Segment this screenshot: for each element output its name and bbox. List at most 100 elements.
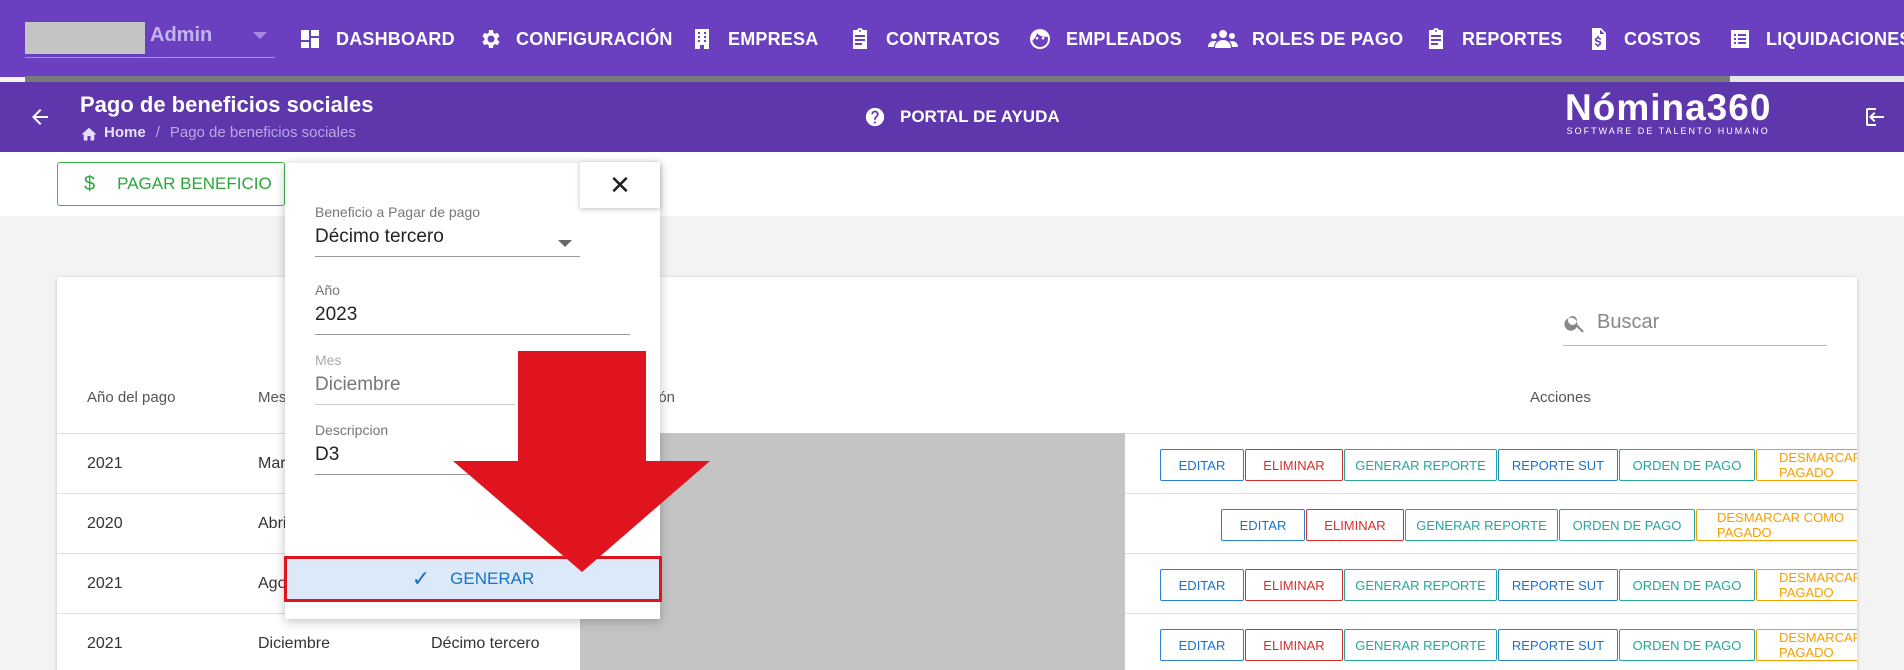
actions-column: EDITAR ELIMINAR GENERAR REPORTE REPORTE …	[1100, 440, 1857, 670]
nav-label: CONFIGURACIÓN	[516, 28, 673, 49]
description-field[interactable]: Descripcion D3	[315, 422, 515, 475]
edit-button[interactable]: EDITAR	[1160, 449, 1244, 481]
nav-label: EMPLEADOS	[1066, 28, 1182, 49]
nav-label: COSTOS	[1624, 28, 1701, 49]
generate-report-button[interactable]: GENERAR REPORTE	[1405, 509, 1558, 541]
search-icon	[1564, 315, 1584, 333]
payment-order-button[interactable]: ORDEN DE PAGO	[1619, 449, 1755, 481]
check-icon: ✓	[411, 566, 431, 591]
delete-button[interactable]: ELIMINAR	[1306, 509, 1404, 541]
nav-contratos[interactable]: CONTRATOS	[848, 24, 1000, 54]
cell-month: Diciembre	[258, 635, 331, 652]
generate-report-button[interactable]: GENERAR REPORTE	[1344, 569, 1497, 601]
user-selector[interactable]: Admin	[25, 20, 275, 58]
delete-button[interactable]: ELIMINAR	[1245, 569, 1343, 601]
sut-report-button[interactable]: REPORTE SUT	[1498, 569, 1618, 601]
generate-label: GENERAR	[450, 569, 535, 588]
invoice-dollar-icon	[1592, 28, 1606, 50]
col-header-year[interactable]: Año del pago	[87, 389, 175, 406]
sut-report-button[interactable]: REPORTE SUT	[1498, 629, 1618, 661]
unmark-paid-button[interactable]: DESMARCAR COMO PAGADO	[1756, 629, 1857, 661]
unmark-paid-button[interactable]: DESMARCAR COMO PAGADO	[1756, 569, 1857, 601]
dashboard-icon	[301, 30, 319, 48]
search-placeholder: Buscar	[1597, 311, 1660, 333]
pay-benefit-label: PAGAR BENEFICIO	[117, 174, 272, 193]
search-field[interactable]: Buscar	[1563, 300, 1827, 346]
redacted-user-name	[25, 22, 145, 54]
field-underline	[315, 404, 515, 405]
nav-empleados[interactable]: EMPLEADOS	[1028, 24, 1182, 54]
dollar-icon: $	[84, 172, 96, 195]
field-underline	[315, 334, 630, 335]
gear-icon	[482, 30, 500, 48]
cell-year: 2021	[87, 575, 123, 592]
generate-button[interactable]: ✓ GENERAR	[284, 556, 662, 602]
generate-report-button[interactable]: GENERAR REPORTE	[1344, 449, 1497, 481]
year-value: 2023	[315, 304, 358, 325]
face-icon	[1030, 29, 1050, 49]
cell-year: 2021	[87, 635, 123, 652]
col-header-actions: Acciones	[1530, 389, 1591, 406]
benefit-select[interactable]: Beneficio a Pagar de pago Décimo tercero	[315, 204, 580, 257]
page-title: Pago de beneficios sociales	[80, 92, 374, 117]
cell-year: 2021	[87, 455, 123, 472]
nav-label: REPORTES	[1462, 28, 1563, 49]
chevron-down-icon	[558, 240, 572, 247]
benefit-value: Décimo tercero	[315, 226, 444, 247]
pay-benefit-button[interactable]: $ PAGAR BENEFICIO	[57, 162, 285, 206]
cell-month: Abri	[258, 515, 287, 532]
nav-liquidaciones[interactable]: LIQUIDACIONES	[1728, 24, 1904, 54]
breadcrumb-separator: /	[155, 124, 160, 141]
delete-button[interactable]: ELIMINAR	[1245, 449, 1343, 481]
field-underline	[315, 474, 515, 475]
brand-name: Nómina360	[1565, 87, 1772, 128]
nav-label: CONTRATOS	[886, 28, 1001, 49]
clipboard-icon	[1429, 28, 1443, 49]
description-label: Descripcion	[315, 422, 389, 438]
home-icon	[81, 127, 97, 140]
unmark-paid-button[interactable]: DESMARCAR COMO PAGADO	[1756, 449, 1857, 481]
nav-label: ROLES DE PAGO	[1252, 28, 1404, 49]
year-field[interactable]: Año 2023	[315, 282, 630, 335]
nav-costos[interactable]: COSTOS	[1586, 24, 1701, 54]
close-popup-button[interactable]: ✕	[580, 162, 660, 208]
breadcrumb: Home / Pago de beneficios sociales	[80, 124, 356, 141]
delete-button[interactable]: ELIMINAR	[1245, 629, 1343, 661]
generate-report-button[interactable]: GENERAR REPORTE	[1344, 629, 1497, 661]
payment-order-button[interactable]: ORDEN DE PAGO	[1619, 629, 1755, 661]
cell-month: Ago	[258, 575, 287, 592]
breadcrumb-current: Pago de beneficios sociales	[169, 124, 356, 141]
col-header-month[interactable]: Mes	[258, 389, 286, 406]
building-icon	[695, 29, 709, 49]
page-header: Pago de beneficios sociales Home / Pago …	[0, 82, 1904, 152]
chevron-down-icon	[253, 32, 267, 39]
payment-order-button[interactable]: ORDEN DE PAGO	[1619, 569, 1755, 601]
month-value: Diciembre	[315, 374, 401, 395]
edit-button[interactable]: EDITAR	[1221, 509, 1305, 541]
nav-empresa[interactable]: EMPRESA	[690, 24, 818, 54]
nav-label: LIQUIDACIONES	[1766, 28, 1904, 49]
back-arrow-icon[interactable]	[28, 105, 52, 129]
brand-logo: Nómina360 SOFTWARE DE TALENTO HUMANO	[1565, 87, 1772, 137]
year-label: Año	[315, 282, 340, 298]
month-label: Mes	[315, 352, 342, 368]
help-label: PORTAL DE AYUDA	[900, 107, 1060, 126]
help-portal-link[interactable]: PORTAL DE AYUDA	[864, 106, 1060, 128]
nav-reportes[interactable]: REPORTES	[1424, 24, 1563, 54]
nav-label: EMPRESA	[728, 28, 819, 49]
nav-configuracion[interactable]: CONFIGURACIÓN	[478, 24, 673, 54]
sut-report-button[interactable]: REPORTE SUT	[1498, 449, 1618, 481]
cell-benefit: Décimo tercero	[431, 635, 540, 652]
list-icon	[1731, 30, 1749, 48]
nav-dashboard[interactable]: DASHBOARD	[298, 24, 455, 54]
top-navbar: Admin DASHBOARD CONFIGURACIÓN EMPRESA CO…	[0, 0, 1904, 82]
breadcrumb-home[interactable]: Home	[104, 124, 146, 141]
logout-icon[interactable]	[1864, 105, 1888, 129]
payment-order-button[interactable]: ORDEN DE PAGO	[1559, 509, 1695, 541]
edit-button[interactable]: EDITAR	[1160, 629, 1244, 661]
description-value: D3	[315, 444, 340, 465]
nav-roles-de-pago[interactable]: ROLES DE PAGO	[1208, 24, 1403, 54]
unmark-paid-button[interactable]: DESMARCAR COMO PAGADO	[1696, 509, 1857, 541]
cell-month: Mar	[258, 455, 286, 472]
edit-button[interactable]: EDITAR	[1160, 569, 1244, 601]
